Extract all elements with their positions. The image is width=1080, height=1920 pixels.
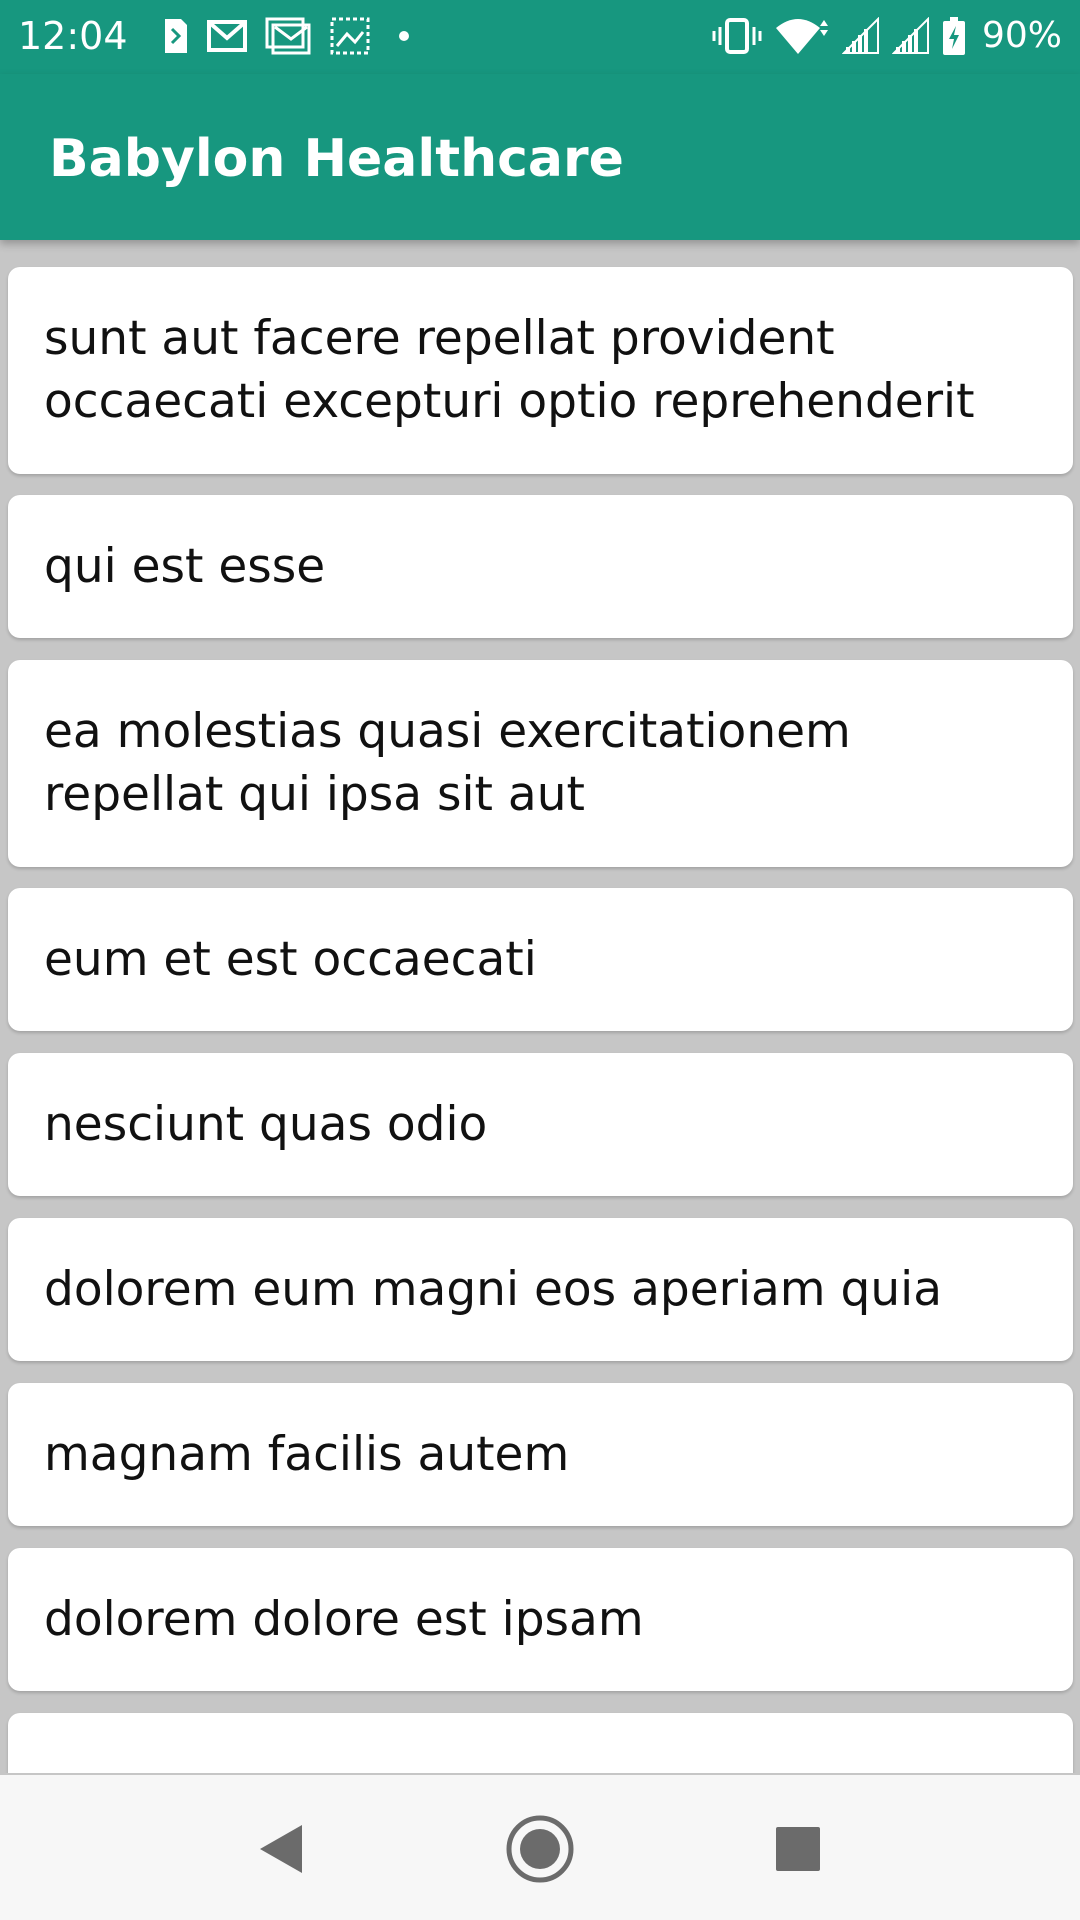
dot-icon: [399, 31, 409, 41]
post-list[interactable]: sunt aut facere repellat provident occae…: [0, 240, 1080, 1773]
post-title: ea molestias quasi exercitationem repell…: [44, 704, 851, 822]
list-item[interactable]: dolorem eum magni eos aperiam quia: [8, 1218, 1073, 1361]
app-bar: Babylon Healthcare: [0, 74, 1080, 240]
home-button[interactable]: [502, 1811, 578, 1887]
gmail-icon: [265, 17, 311, 55]
back-button[interactable]: [243, 1811, 319, 1887]
list-item[interactable]: magnam facilis autem: [8, 1383, 1073, 1526]
list-item[interactable]: ea molestias quasi exercitationem repell…: [8, 660, 1073, 867]
signal-icon: [891, 17, 929, 54]
post-title: qui est esse: [44, 539, 326, 594]
post-title: nesciunt quas odio: [44, 1097, 488, 1152]
signal-icon: [841, 17, 879, 54]
list-item[interactable]: dolorem dolore est ipsam: [8, 1548, 1073, 1691]
home-icon: [506, 1815, 574, 1883]
list-item[interactable]: qui est esse: [8, 495, 1073, 638]
list-item[interactable]: [8, 1713, 1073, 1773]
vibrate-icon: [712, 18, 762, 54]
status-time: 12:04: [18, 14, 128, 58]
post-title: magnam facilis autem: [44, 1427, 570, 1482]
post-title: sunt aut facere repellat provident occae…: [44, 311, 975, 429]
system-icons: 90%: [712, 14, 1062, 58]
notification-icons: [163, 16, 419, 56]
status-bar: 12:04 90%: [0, 0, 1080, 74]
post-title: eum et est occaecati: [44, 932, 537, 987]
recents-icon: [776, 1827, 820, 1871]
list-item[interactable]: nesciunt quas odio: [8, 1053, 1073, 1196]
post-title: dolorem dolore est ipsam: [44, 1592, 644, 1647]
post-title: dolorem eum magni eos aperiam quia: [44, 1262, 943, 1317]
photo-icon: [330, 17, 370, 55]
back-icon: [260, 1825, 302, 1873]
battery-charging-icon: [942, 17, 965, 55]
list-item[interactable]: sunt aut facere repellat provident occae…: [8, 267, 1073, 474]
recents-button[interactable]: [760, 1811, 836, 1887]
wifi-icon: [775, 19, 828, 54]
list-item[interactable]: eum et est occaecati: [8, 888, 1073, 1031]
sim-card-icon: [165, 19, 187, 53]
battery-percentage: 90%: [981, 15, 1062, 56]
gmail-icon: [207, 20, 247, 52]
navigation-bar: [0, 1775, 1080, 1920]
app-title: Babylon Healthcare: [49, 129, 624, 189]
